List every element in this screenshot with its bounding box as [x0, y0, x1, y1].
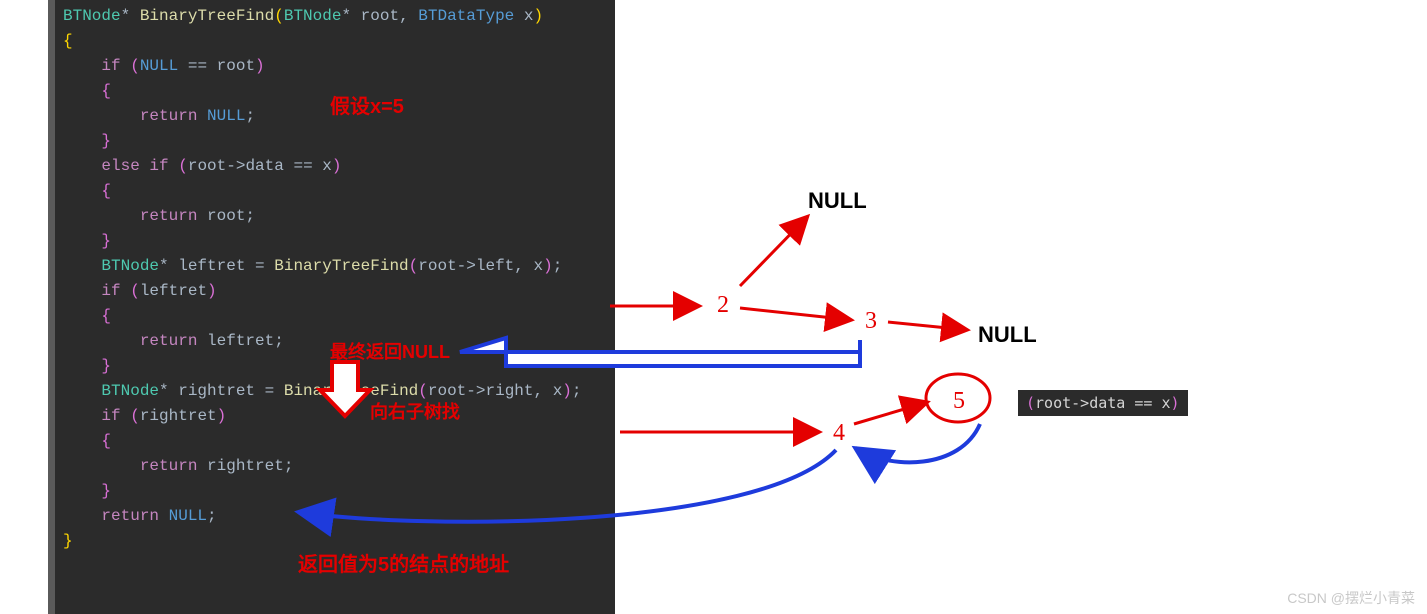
- code-line-19: return rightret;: [55, 454, 615, 479]
- code-line-7: else if (root->data == x): [55, 154, 615, 179]
- code-line-11: BTNode* leftret = BinaryTreeFind(root->l…: [55, 254, 615, 279]
- anno-assume: 假设x=5: [330, 90, 404, 119]
- gutter: [48, 0, 55, 614]
- null-lower: NULL: [978, 322, 1037, 348]
- anno-go-right: 向右子树找: [370, 398, 460, 424]
- node-4: 4: [833, 420, 845, 447]
- code-line-20: }: [55, 479, 615, 504]
- code-line-8: {: [55, 179, 615, 204]
- code-line-12: if (leftret): [55, 279, 615, 304]
- node-5: 5: [953, 388, 965, 415]
- code-line-3: if (NULL == root): [55, 54, 615, 79]
- code-line-6: }: [55, 129, 615, 154]
- null-upper: NULL: [808, 188, 867, 214]
- inline-expr: (root->data == x): [1018, 390, 1188, 416]
- node-3: 3: [865, 308, 877, 335]
- code-line-2: {: [55, 29, 615, 54]
- code-line-16: BTNode* rightret = BinaryTreeFind(root->…: [55, 379, 615, 404]
- code-line-1: BTNode* BinaryTreeFind(BTNode* root, BTD…: [55, 4, 615, 29]
- watermark: CSDN @摆烂小青菜: [1287, 588, 1415, 608]
- code-line-9: return root;: [55, 204, 615, 229]
- code-line-13: {: [55, 304, 615, 329]
- code-line-17: if (rightret): [55, 404, 615, 429]
- code-line-10: }: [55, 229, 615, 254]
- code-line-21: return NULL;: [55, 504, 615, 529]
- anno-final-null: 最终返回NULL: [330, 338, 450, 364]
- code-line-18: {: [55, 429, 615, 454]
- anno-return-node5: 返回值为5的结点的地址: [298, 548, 509, 577]
- node-2: 2: [717, 292, 729, 319]
